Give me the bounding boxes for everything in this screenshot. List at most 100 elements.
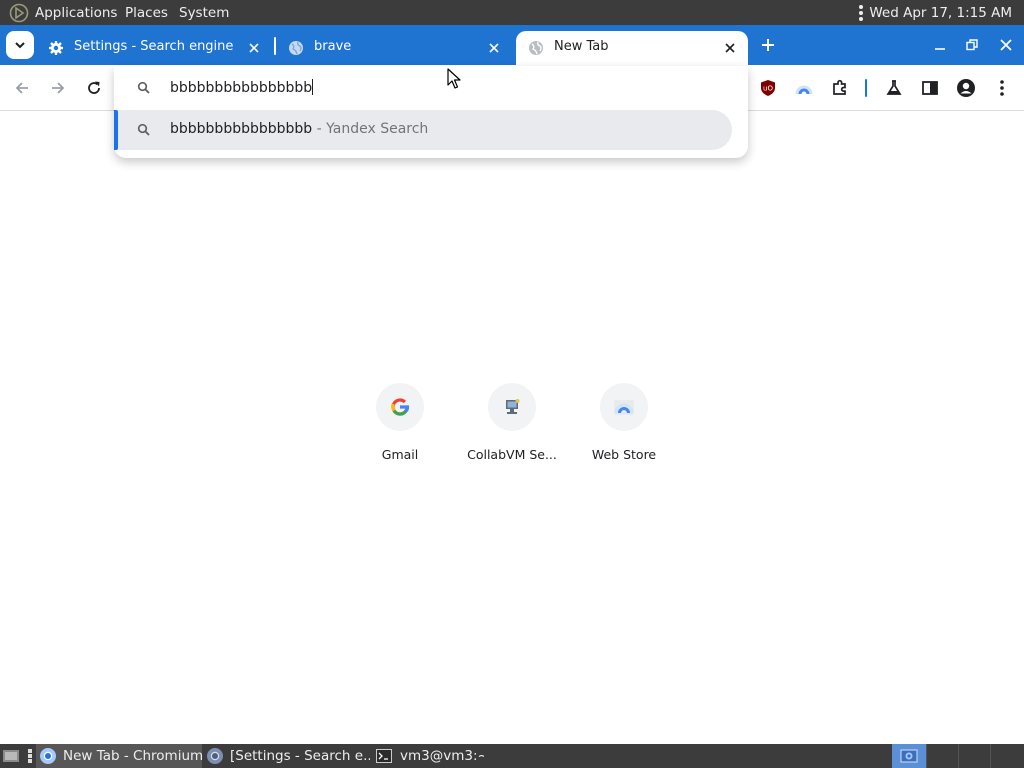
close-window-button[interactable] xyxy=(994,33,1018,57)
side-panel-button[interactable] xyxy=(916,74,944,102)
shortcut-label: CollabVM Se... xyxy=(467,447,557,462)
extensions-button[interactable] xyxy=(826,74,854,102)
webstore-extension-button[interactable] xyxy=(790,74,818,102)
flask-icon xyxy=(886,80,902,95)
globe-icon xyxy=(529,41,543,55)
workspace-4[interactable] xyxy=(990,744,1024,768)
terminal-icon xyxy=(376,749,392,763)
suggestion-query: bbbbbbbbbbbbbbbb xyxy=(170,121,313,137)
taskbar-item-label: vm3@vm3:~ xyxy=(400,748,484,764)
system-top-panel: Applications Places System Wed Apr 17, 1… xyxy=(0,0,1024,25)
plus-icon xyxy=(762,39,774,51)
back-button[interactable] xyxy=(8,74,36,102)
system-menu[interactable]: System xyxy=(179,0,229,25)
webstore-icon xyxy=(614,400,634,415)
minimize-icon xyxy=(935,48,945,50)
places-menu[interactable]: Places xyxy=(125,0,168,25)
shortcut-label: Gmail xyxy=(381,447,419,462)
bottom-taskbar: New Tab - Chromium [Settings - Search e.… xyxy=(0,744,1024,768)
tab-title: Settings - Search engine xyxy=(74,39,234,54)
svg-text:uO: uO xyxy=(763,85,773,93)
chromium-icon xyxy=(207,748,223,764)
minimize-button[interactable] xyxy=(928,33,952,57)
clock-area[interactable]: Wed Apr 17, 1:15 AM xyxy=(859,0,1012,25)
forward-button[interactable] xyxy=(44,74,72,102)
chrome-labs-button[interactable] xyxy=(880,74,908,102)
taskbar-item-label: New Tab - Chromium xyxy=(63,748,202,764)
collabvm-icon xyxy=(506,399,520,414)
places-menu-label[interactable]: Places xyxy=(125,5,168,21)
drag-handle-icon xyxy=(28,749,32,763)
ublock-extension-button[interactable]: uO xyxy=(754,74,782,102)
taskbar-item-terminal[interactable]: vm3@vm3:~ xyxy=(374,744,484,768)
chevron-down-icon xyxy=(15,42,25,49)
taskbar-item-label: [Settings - Search e... xyxy=(230,748,370,764)
arrow-right-icon xyxy=(52,82,65,94)
taskbar-item-new-tab-chromium[interactable]: New Tab - Chromium xyxy=(36,744,202,768)
close-tab-icon[interactable] xyxy=(720,38,740,58)
tab-title: brave xyxy=(314,39,352,54)
menu-button[interactable] xyxy=(988,74,1016,102)
shortcut-collabvm[interactable]: CollabVM Se... xyxy=(456,383,568,473)
omnibox[interactable]: bbbbbbbbbbbbbbbb xyxy=(114,66,748,110)
shortcut-tile xyxy=(488,383,536,431)
system-menu-label[interactable]: System xyxy=(179,5,229,21)
applications-menu[interactable]: Applications xyxy=(35,0,117,25)
omnibox-dropdown: bbbbbbbbbbbbbbbb bbbbbbbbbbbbbbbb - Yand… xyxy=(114,66,748,158)
toolbar-divider xyxy=(865,79,867,97)
tab-strip: Settings - Search engine brave New Tab xyxy=(0,25,1024,65)
selection-indicator xyxy=(114,110,118,150)
close-icon xyxy=(1000,39,1012,51)
shortcut-web-store[interactable]: Web Store xyxy=(568,383,680,473)
omnibox-query-text: bbbbbbbbbbbbbbbb xyxy=(170,80,313,96)
taskbar-item-settings[interactable]: [Settings - Search e... xyxy=(206,744,370,768)
applications-menu-label[interactable]: Applications xyxy=(35,5,117,21)
workspace-3[interactable] xyxy=(958,744,990,768)
clock[interactable]: Wed Apr 17, 1:15 AM xyxy=(869,5,1012,21)
show-desktop-button[interactable] xyxy=(2,744,24,768)
workspace-window-icon xyxy=(900,749,918,763)
ublock-shield-icon: uO xyxy=(761,80,775,96)
profile-button[interactable] xyxy=(952,74,980,102)
search-icon xyxy=(137,123,150,136)
reload-button[interactable] xyxy=(80,74,108,102)
suggestion-text: bbbbbbbbbbbbbbbb - Yandex Search xyxy=(170,121,428,137)
tab-search-button[interactable] xyxy=(6,31,34,59)
chromium-icon xyxy=(40,748,56,764)
mouse-cursor-icon xyxy=(447,68,461,89)
rainbow-icon xyxy=(795,85,813,95)
kebab-menu-icon xyxy=(1000,80,1004,96)
distro-logo-icon[interactable] xyxy=(9,3,29,23)
panel-kebab-icon[interactable] xyxy=(859,4,864,21)
tab-title: New Tab xyxy=(554,39,609,54)
reload-icon xyxy=(88,81,100,94)
side-panel-icon xyxy=(922,81,938,95)
tab-brave[interactable]: brave xyxy=(276,31,512,65)
restore-icon xyxy=(966,39,978,51)
avatar-icon xyxy=(957,79,975,97)
shortcut-gmail[interactable]: Gmail xyxy=(344,383,456,473)
tab-settings-search-engine[interactable]: Settings - Search engine xyxy=(36,31,272,65)
text-caret xyxy=(312,79,314,95)
workspace-2[interactable] xyxy=(926,744,958,768)
shortcut-tile xyxy=(600,383,648,431)
puzzle-icon xyxy=(833,79,846,95)
close-tab-icon[interactable] xyxy=(244,38,264,58)
omnibox-suggestion[interactable]: bbbbbbbbbbbbbbbb - Yandex Search xyxy=(114,110,732,150)
new-tab-button[interactable] xyxy=(756,33,780,57)
gear-icon xyxy=(49,41,63,55)
search-icon xyxy=(137,81,150,94)
workspace-1[interactable] xyxy=(892,744,926,768)
globe-icon xyxy=(289,41,303,55)
close-tab-icon[interactable] xyxy=(484,38,504,58)
google-icon xyxy=(391,398,410,416)
restore-button[interactable] xyxy=(960,33,984,57)
omnibox-input[interactable]: bbbbbbbbbbbbbbbb xyxy=(170,79,314,96)
tab-new-tab[interactable]: New Tab xyxy=(516,31,748,65)
shortcut-tile xyxy=(376,383,424,431)
arrow-left-icon xyxy=(15,82,28,94)
show-desktop-icon xyxy=(3,750,19,762)
shortcut-label: Web Store xyxy=(591,447,657,462)
taskbar-handle[interactable] xyxy=(28,744,34,768)
suggestion-description: - Yandex Search xyxy=(312,121,429,137)
